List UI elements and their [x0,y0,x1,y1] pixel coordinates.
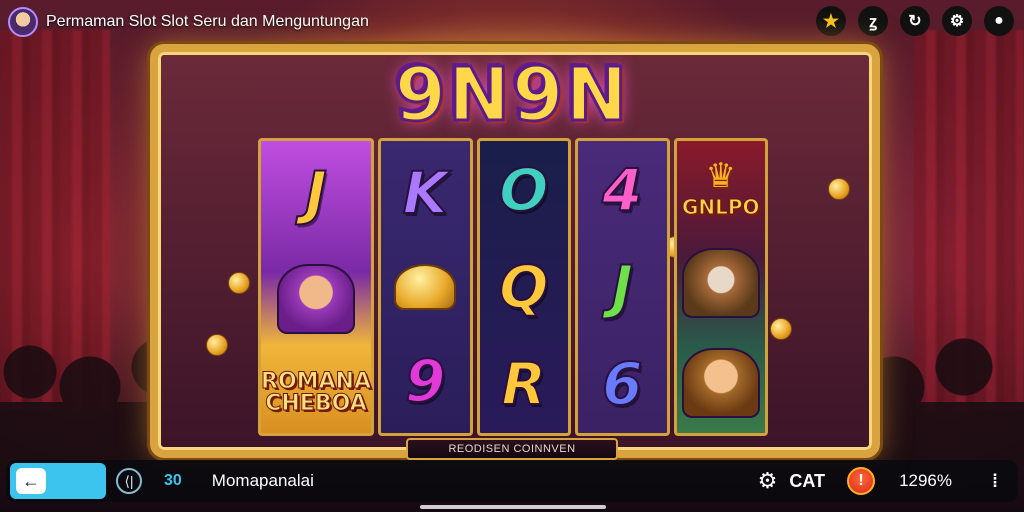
coin-icon [828,178,850,200]
gear-icon[interactable]: ⚙ [942,6,972,36]
top-icon-group: ★ ꙁ ↻ ⚙ ● [816,6,1014,36]
reel-sign-text: GNLPO [681,195,760,219]
reel-symbol: 6 [601,349,643,419]
cat-button[interactable]: CAT [789,471,825,492]
player-name: Momapanalai [211,471,314,490]
refresh-icon[interactable]: ↻ [900,6,930,36]
back-arrow-icon: ← [16,468,46,494]
bottom-bar: ← ⟨| 30 Momapanalai ⚙ CAT ! 1296% ⁞ [6,460,1018,502]
bet-value: 30 [164,472,182,489]
jester-character-icon [277,263,355,334]
bottom-right-controls: ⚙ CAT ! 1296% ⁞ [758,460,1008,502]
reel-4: 4 J 6 [575,138,670,436]
more-menu-icon[interactable]: ⁞ [992,471,998,492]
fox-character-icon [681,248,760,318]
home-indicator[interactable] [420,505,606,509]
reel-sign-text: ROMANA CHEBOA [261,368,372,416]
reel-grid[interactable]: J ROMANA CHEBOA K 9 O Q R 4 J 6 ♛ GNLPO [258,138,768,436]
coin-icon [770,318,792,340]
reel-5-header: ♛ GNLPO [681,156,760,219]
page-title: Permaman Slot Slot Seru dan Menguntungan [46,13,369,30]
coin-icon [228,272,250,294]
reel-symbol: R [500,349,547,419]
avatar[interactable] [8,7,38,37]
coin-icon [206,334,228,356]
top-bar: Permaman Slot Slot Seru dan Menguntungan… [0,0,1024,44]
reel-symbol: K [402,158,449,228]
gold-bell-icon [394,263,457,310]
crown-icon: ♛ [705,157,736,195]
fox-hat-character-icon [681,348,760,418]
reel-symbol: O [498,155,549,225]
back-button[interactable]: ← [10,463,106,499]
alert-icon[interactable]: ! [847,467,876,495]
info-icon[interactable]: ⟨| [116,468,142,494]
reel-5: ♛ GNLPO [673,138,768,436]
reel-3: O Q R [476,138,571,436]
reel-symbol: 9 [404,346,446,416]
reel-symbol: Q [498,252,549,322]
game-logo: 9N9N [393,51,630,140]
star-icon[interactable]: ★ [816,6,846,36]
gear-icon[interactable]: ⚙ [758,468,778,494]
reel-1: J ROMANA CHEBOA [258,138,374,436]
reel-symbol: 4 [601,155,643,225]
record-icon[interactable]: ● [984,6,1014,36]
reel-symbol: J [610,252,634,322]
profile-icon[interactable]: ꙁ [858,6,888,36]
reel-symbol: J [304,158,328,228]
reel-2: K 9 [378,138,473,436]
game-plaque: REODISEN COINNVEN [406,438,618,460]
percent-readout: 1296% [899,471,952,490]
